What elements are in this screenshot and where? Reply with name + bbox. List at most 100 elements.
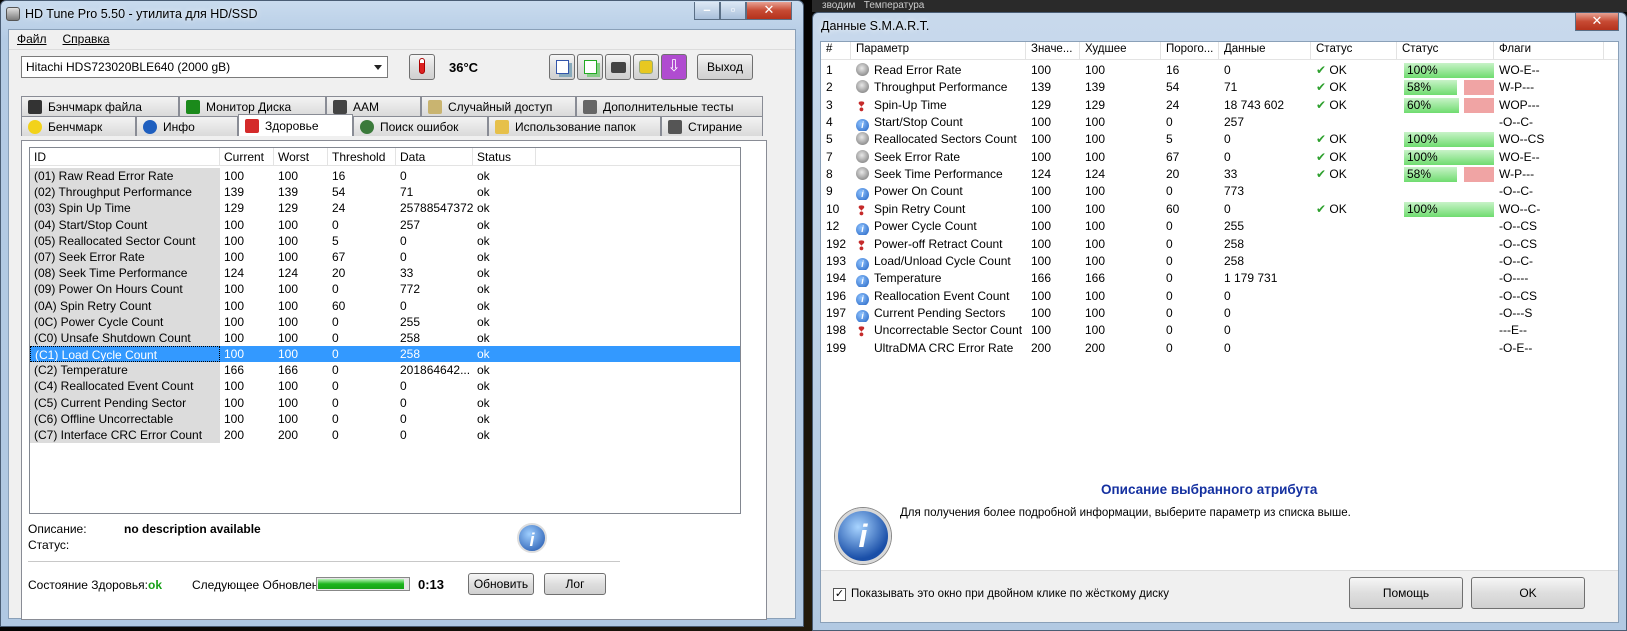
tab-info[interactable]: Инфо [136, 116, 238, 136]
show-checkbox[interactable]: ✓ [833, 588, 846, 601]
smart-row[interactable]: 198 ❢ Uncorrectable Sector Count 100 100 0 0 --… [821, 322, 1618, 339]
check-icon: ✔ [1316, 80, 1327, 95]
col-flags[interactable]: Флаги [1494, 42, 1604, 59]
smart-grid[interactable]: ID Current Worst Threshold Data Status (… [29, 147, 741, 514]
refresh-button[interactable]: Обновить [468, 573, 534, 595]
col-status-bar[interactable]: Статус [1397, 42, 1494, 59]
col-worst[interactable]: Worst [274, 148, 328, 165]
col-num[interactable]: # [821, 42, 851, 59]
status-bar: 100% [1404, 201, 1494, 217]
smart-row[interactable]: 194 i Temperature 166 166 0 1 179 731 -O---- [821, 270, 1618, 288]
col-threshold[interactable]: Threshold [328, 148, 396, 165]
smart-close-button[interactable]: ✕ [1575, 13, 1619, 31]
table-row[interactable]: (C7) Interface CRC Error Count 200 200 0 0 ok [30, 427, 740, 444]
table-row[interactable]: (C0) Unsafe Shutdown Count 100 100 0 258 ok [30, 329, 740, 347]
close-button[interactable]: ✕ [746, 2, 792, 20]
table-cell: 139 [224, 185, 245, 200]
tab-erase[interactable]: Стирание [661, 116, 763, 136]
tab-random-access[interactable]: Случайный доступ [421, 96, 576, 116]
table-row[interactable]: (C4) Reallocated Event Count 100 100 0 0 ok [30, 378, 740, 395]
smart-cell: WO--CS [1499, 132, 1545, 147]
col-threshold[interactable]: Порого... [1161, 42, 1219, 59]
table-row[interactable]: (01) Raw Read Error Rate 100 100 16 0 ok [30, 168, 740, 185]
log-button[interactable]: Лог [544, 573, 606, 595]
maximize-button[interactable]: ▫ [720, 2, 746, 20]
tab-extra-tests[interactable]: Дополнительные тесты [576, 96, 763, 116]
tab-aam[interactable]: AAM [326, 96, 421, 116]
tab-disk-monitor[interactable]: Монитор Диска [179, 96, 326, 116]
smart-cell: 0 [1166, 253, 1173, 268]
table-row[interactable]: (03) Spin Up Time 129 129 24 25788547372 ok [30, 200, 740, 217]
smart-row[interactable]: 5 Reallocated Sectors Count 100 100 5 0 ✔ OK 10… [821, 131, 1618, 148]
smart-row[interactable]: 8 Seek Time Performance 124 124 20 33 ✔ OK 58% W… [821, 166, 1618, 183]
table-cell: 100 [224, 330, 245, 345]
smart-row[interactable]: 9 i Power On Count 100 100 0 773 -O--C- [821, 183, 1618, 201]
smart-row[interactable]: 196 i Reallocation Event Count 100 100 0 0 -O--… [821, 288, 1618, 305]
smart-row[interactable]: 10 ❢ Spin Retry Count 100 100 60 0 ✔ OK 100% WO--… [821, 201, 1618, 218]
smart-row[interactable]: 192 ❢ Power-off Retract Count 100 100 0 258 -O-… [821, 236, 1618, 253]
save-button[interactable]: ⇩ [661, 54, 687, 80]
col-data[interactable]: Data [396, 148, 473, 165]
ok-button[interactable]: OK [1471, 577, 1585, 609]
smart-cell: 129 [1085, 97, 1106, 112]
drive-select[interactable]: Hitachi HDS723020BLE640 (2000 gB) [21, 56, 388, 78]
tab-file-benchmark[interactable]: Бэнчмарк файла [21, 96, 179, 116]
tab-error-scan[interactable]: Поиск ошибок [353, 116, 488, 136]
tab-health[interactable]: Здоровье [238, 114, 353, 136]
table-row[interactable]: (C1) Load Cycle Count 100 100 0 258 ok [30, 346, 740, 363]
thermometer-button[interactable] [409, 54, 435, 80]
copy-all-button[interactable] [577, 54, 603, 80]
table-cell: 67 [332, 249, 346, 264]
col-current[interactable]: Current [220, 148, 274, 165]
smart-row[interactable]: 197 i Current Pending Sectors 100 100 0 0 -O---… [821, 305, 1618, 322]
col-status[interactable]: Status [473, 148, 536, 165]
options-button[interactable] [633, 54, 659, 80]
exit-button[interactable]: Выход [697, 54, 753, 80]
col-id[interactable]: ID [30, 148, 220, 165]
col-status[interactable]: Статус [1311, 42, 1397, 59]
table-row[interactable]: (04) Start/Stop Count 100 100 0 257 ok [30, 216, 740, 233]
table-cell: 24 [332, 201, 346, 216]
info-icon: i [856, 223, 869, 236]
smart-titlebar[interactable]: Данные S.M.A.R.T. ✕ [813, 13, 1626, 41]
screenshot-button[interactable] [605, 54, 631, 80]
smart-row[interactable]: 2 Throughput Performance 139 139 54 71 ✔ OK 58%… [821, 79, 1618, 96]
table-row[interactable]: (02) Throughput Performance 139 139 54 71 ok [30, 184, 740, 201]
smart-row[interactable]: 199 UltraDMA CRC Error Rate 200 200 0 0 -O-E-- [821, 340, 1618, 357]
table-cell: 0 [332, 379, 339, 394]
menu-help[interactable]: Справка [55, 30, 118, 48]
col-param[interactable]: Параметр [851, 42, 1026, 59]
help-button[interactable]: Помощь [1349, 577, 1463, 609]
smart-row[interactable]: 193 i Load/Unload Cycle Count 100 100 0 258 -O-… [821, 253, 1618, 270]
smart-row[interactable]: 12 i Power Cycle Count 100 100 0 255 -O--CS [821, 218, 1618, 236]
pin-icon: ❢ [856, 98, 867, 114]
menu-file[interactable]: Файл [9, 30, 55, 48]
table-row[interactable]: (C6) Offline Uncorrectable 100 100 0 0 ok [30, 410, 740, 427]
table-row[interactable]: (0A) Spin Retry Count 100 100 60 0 ok [30, 297, 740, 314]
table-row[interactable]: (C2) Temperature 166 166 0 201864642... ok [30, 362, 740, 379]
disk-monitor-icon [186, 99, 200, 114]
col-worst[interactable]: Худшее [1080, 42, 1161, 59]
hdtune-titlebar[interactable]: HD Tune Pro 5.50 - утилита для HD/SSD – … [1, 1, 803, 29]
table-row[interactable]: (07) Seek Error Rate 100 100 67 0 ok [30, 248, 740, 266]
copy-info-button[interactable] [549, 54, 575, 80]
smart-row[interactable]: 7 Seek Error Rate 100 100 67 0 ✔ OK 100% WO-E-- [821, 149, 1618, 166]
table-row[interactable]: (C5) Current Pending Sector 100 100 0 0 ok [30, 394, 740, 411]
check-icon: ✔ [1316, 63, 1327, 77]
smart-cell: 166 [1085, 271, 1106, 286]
smart-cell: 0 [1224, 288, 1231, 303]
table-row[interactable]: (0C) Power Cycle Count 100 100 0 255 ok [30, 313, 740, 330]
smart-row[interactable]: 1 Read Error Rate 100 100 16 0 ✔ OK 100% WO-E-- [821, 62, 1618, 79]
tab-benchmark[interactable]: Бенчмарк [21, 116, 136, 136]
table-row[interactable]: (09) Power On Hours Count 100 100 0 772 ok [30, 281, 740, 298]
smart-row[interactable]: 4 i Start/Stop Count 100 100 0 257 -O--C- [821, 114, 1618, 132]
tab-folder-usage[interactable]: Использование папок [488, 116, 661, 136]
col-value[interactable]: Значе... [1026, 42, 1080, 59]
smart-cell: ❢ Spin-Up Time [856, 97, 947, 114]
smart-row[interactable]: 3 ❢ Spin-Up Time 129 129 24 18 743 602 ✔ OK 60% W… [821, 97, 1618, 114]
table-row[interactable]: (08) Seek Time Performance 124 124 20 33 ok [30, 265, 740, 282]
minimize-button[interactable]: – [694, 2, 720, 20]
smart-window: Данные S.M.A.R.T. ✕ # Параметр Значе... … [812, 12, 1627, 631]
col-data[interactable]: Данные [1219, 42, 1311, 59]
table-row[interactable]: (05) Reallocated Sector Count 100 100 5 0 ok [30, 232, 740, 249]
